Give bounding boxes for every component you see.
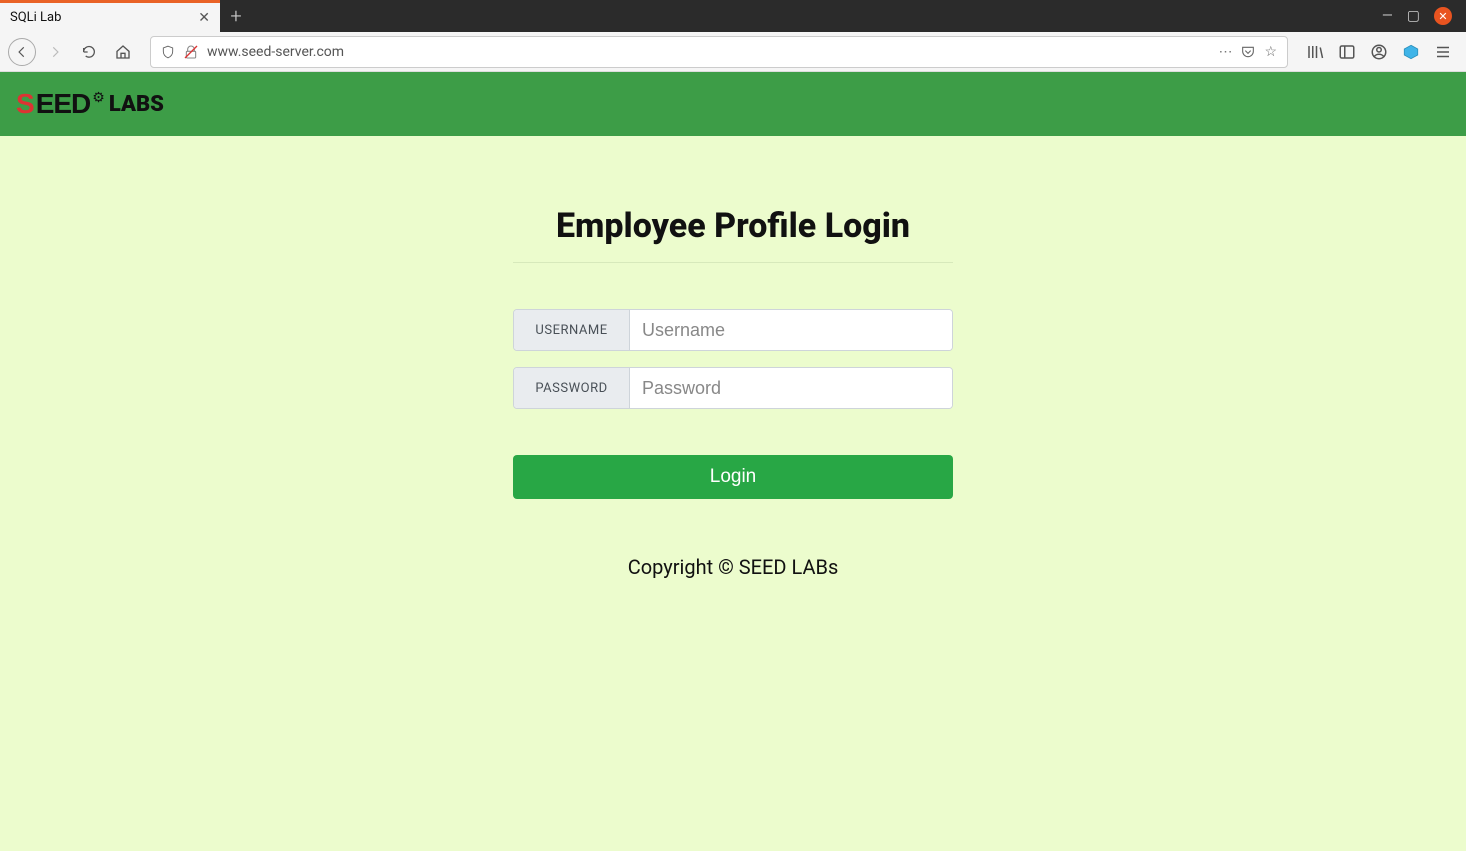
insecure-lock-icon (183, 44, 199, 60)
pocket-icon[interactable] (1240, 44, 1256, 60)
tab-title: SQLi Lab (10, 10, 198, 25)
password-input[interactable] (630, 368, 952, 408)
extension-icon[interactable] (1402, 43, 1420, 61)
close-icon[interactable]: ✕ (1434, 7, 1452, 25)
titlebar-spacer (252, 0, 1368, 32)
gear-icon: ⚙ (92, 90, 105, 106)
account-icon[interactable] (1370, 43, 1388, 61)
new-tab-button[interactable]: + (220, 0, 252, 32)
page-title: Employee Profile Login (513, 206, 953, 263)
sidebar-icon[interactable] (1338, 43, 1356, 61)
toolbar-right (1300, 43, 1458, 61)
url-bar[interactable]: www.seed-server.com ⋯ ☆ (150, 36, 1288, 68)
reload-icon (81, 44, 97, 60)
seed-labs-logo[interactable]: S EED ⚙ LABS (16, 88, 164, 120)
url-text: www.seed-server.com (207, 44, 1210, 60)
login-button[interactable]: Login (513, 455, 953, 499)
logo-seed-red: S (16, 88, 34, 120)
logo-seed-black: EED (36, 88, 91, 120)
logo-labs: LABS (109, 92, 164, 117)
footer-text: Copyright © SEED LABs (513, 555, 953, 579)
username-label: USERNAME (514, 310, 630, 350)
home-icon (115, 44, 131, 60)
library-icon[interactable] (1306, 43, 1324, 61)
tab-close-icon[interactable]: ✕ (198, 10, 210, 26)
page-actions-icon[interactable]: ⋯ (1218, 44, 1232, 60)
password-label: PASSWORD (514, 368, 630, 408)
window-controls: — ▢ ✕ (1368, 0, 1466, 32)
browser-toolbar: www.seed-server.com ⋯ ☆ (0, 32, 1466, 72)
username-input[interactable] (630, 310, 952, 350)
site-header: S EED ⚙ LABS (0, 72, 1466, 136)
home-button[interactable] (108, 37, 138, 67)
password-row: PASSWORD (513, 367, 953, 409)
back-button[interactable] (8, 38, 36, 66)
forward-button[interactable] (40, 37, 70, 67)
bookmark-star-icon[interactable]: ☆ (1264, 44, 1277, 60)
hamburger-menu-icon[interactable] (1434, 43, 1452, 61)
arrow-right-icon (48, 45, 62, 59)
page-viewport: S EED ⚙ LABS Employee Profile Login USER… (0, 72, 1466, 851)
arrow-left-icon (15, 45, 29, 59)
minimize-icon[interactable]: — (1382, 8, 1393, 24)
window-titlebar: SQLi Lab ✕ + — ▢ ✕ (0, 0, 1466, 32)
browser-tab[interactable]: SQLi Lab ✕ (0, 0, 220, 32)
username-row: USERNAME (513, 309, 953, 351)
reload-button[interactable] (74, 37, 104, 67)
login-card: Employee Profile Login USERNAME PASSWORD… (513, 206, 953, 579)
maximize-icon[interactable]: ▢ (1407, 8, 1420, 24)
shield-icon (161, 44, 175, 60)
